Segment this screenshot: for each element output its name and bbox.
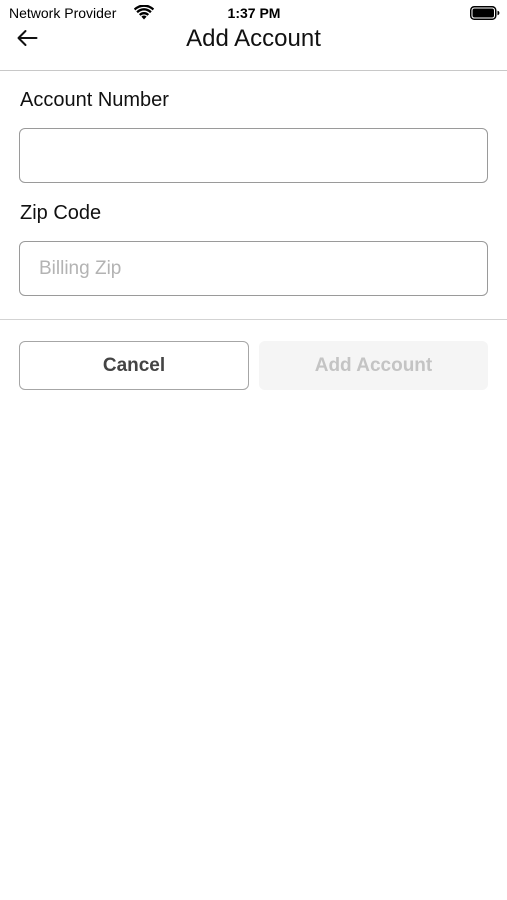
account-number-input[interactable] bbox=[19, 128, 488, 183]
status-bar: Network Provider 1:37 PM bbox=[0, 0, 507, 24]
zip-code-label: Zip Code bbox=[20, 202, 102, 224]
battery-full-icon bbox=[470, 6, 500, 20]
status-time: 1:37 PM bbox=[227, 5, 281, 21]
account-number-label: Account Number bbox=[20, 89, 169, 111]
wifi-icon bbox=[134, 5, 154, 20]
zip-code-input[interactable] bbox=[19, 241, 488, 296]
navigation-bar: Add Account bbox=[0, 24, 507, 71]
cancel-button[interactable]: Cancel bbox=[19, 341, 249, 390]
divider bbox=[0, 319, 507, 320]
carrier-label: Network Provider bbox=[9, 5, 117, 21]
page-title: Add Account bbox=[186, 25, 321, 52]
add-account-button[interactable]: Add Account bbox=[259, 341, 488, 390]
